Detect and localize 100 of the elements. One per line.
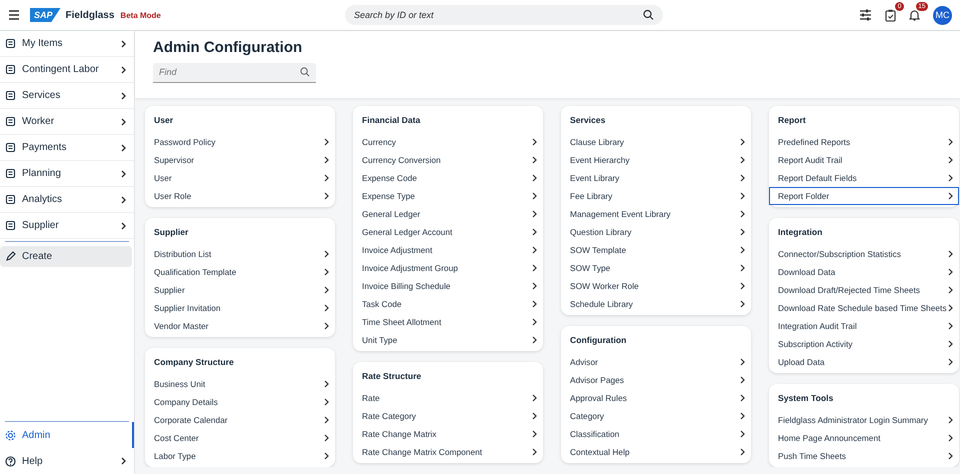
nav-item[interactable]: Supplier <box>0 213 134 239</box>
search-icon[interactable] <box>300 67 310 77</box>
nav-item[interactable]: My Items <box>0 31 134 57</box>
settings-link[interactable]: Invoice Adjustment Group <box>353 259 543 277</box>
settings-link[interactable]: User <box>145 169 335 187</box>
settings-link[interactable]: Home Page Announcement <box>769 429 959 447</box>
nav-item[interactable]: Analytics <box>0 187 134 213</box>
clipboard-icon[interactable] <box>885 8 896 22</box>
settings-link[interactable]: General Ledger <box>353 205 543 223</box>
chevron-right-icon <box>740 412 745 420</box>
nav-item[interactable]: Help <box>0 448 134 474</box>
settings-link[interactable]: Rate Change Matrix <box>353 425 543 443</box>
settings-link[interactable]: Unit Type <box>353 331 543 349</box>
chevron-right-icon <box>324 398 329 406</box>
settings-link[interactable]: Classification <box>561 425 751 443</box>
bell-icon[interactable] <box>909 9 920 21</box>
settings-link[interactable]: Supervisor <box>145 151 335 169</box>
nav-item[interactable]: Services <box>0 83 134 109</box>
settings-link[interactable]: SOW Template <box>561 241 751 259</box>
settings-link[interactable]: Category <box>561 407 751 425</box>
settings-link[interactable]: Task Code <box>353 295 543 313</box>
settings-link[interactable]: Predefined Reports <box>769 133 959 151</box>
settings-link[interactable]: Download Rate Schedule based Time Sheets <box>769 299 959 317</box>
settings-link[interactable]: General Ledger Account <box>353 223 543 241</box>
chevron-right-icon <box>324 156 329 164</box>
chevron-right-icon <box>740 192 745 200</box>
settings-link[interactable]: User Role <box>145 187 335 205</box>
settings-link[interactable]: Rate Change Matrix Component <box>353 443 543 461</box>
user-avatar[interactable]: MC <box>933 6 952 24</box>
settings-link[interactable]: Cost Center <box>145 429 335 447</box>
sliders-icon[interactable] <box>859 9 872 21</box>
chevron-right-icon <box>532 394 537 402</box>
card-title: User <box>153 114 174 127</box>
chevron-right-icon <box>121 170 126 178</box>
settings-link[interactable]: Currency <box>353 133 543 151</box>
settings-link[interactable]: Upload Data <box>769 353 959 371</box>
settings-link[interactable]: Currency Conversion <box>353 151 543 169</box>
settings-link[interactable]: Report Default Fields <box>769 169 959 187</box>
settings-link[interactable]: Fee Library <box>561 187 751 205</box>
settings-link[interactable]: Rate Category <box>353 407 543 425</box>
settings-link[interactable]: Advisor <box>561 353 751 371</box>
chevron-right-icon <box>740 174 745 182</box>
nav-item[interactable]: Admin <box>0 422 134 448</box>
settings-link[interactable]: Corporate Calendar <box>145 411 335 429</box>
nav-icon <box>5 220 16 231</box>
nav-item[interactable]: Payments <box>0 135 134 161</box>
settings-link[interactable]: Event Hierarchy <box>561 151 751 169</box>
settings-link[interactable]: SOW Worker Role <box>561 277 751 295</box>
settings-link[interactable]: SOW Type <box>561 259 751 277</box>
chevron-right-icon <box>121 40 126 48</box>
settings-link[interactable]: Integration Audit Trail <box>769 317 959 335</box>
chevron-right-icon <box>324 192 329 200</box>
find-field[interactable]: Find <box>153 62 316 82</box>
chevron-right-icon <box>121 92 126 100</box>
card-title: Rate Structure <box>361 370 422 383</box>
chevron-right-icon <box>324 380 329 388</box>
settings-link[interactable]: Password Policy <box>145 133 335 151</box>
settings-link[interactable]: Expense Code <box>353 169 543 187</box>
settings-link[interactable]: Management Event Library <box>561 205 751 223</box>
settings-link[interactable]: Download Data <box>769 263 959 281</box>
menu-icon[interactable] <box>8 10 20 20</box>
settings-link[interactable]: Push Time Sheets <box>769 447 959 465</box>
settings-link[interactable]: Time Sheet Allotment <box>353 313 543 331</box>
settings-link[interactable]: Contextual Help <box>561 443 751 461</box>
nav-item[interactable]: Planning <box>0 161 134 187</box>
settings-link[interactable]: Report Audit Trail <box>769 151 959 169</box>
settings-link[interactable]: Download Draft/Rejected Time Sheets <box>769 281 959 299</box>
chevron-right-icon <box>948 156 953 164</box>
settings-link[interactable]: Invoice Billing Schedule <box>353 277 543 295</box>
nav-item[interactable]: Create <box>0 246 132 267</box>
chevron-right-icon <box>740 246 745 254</box>
chevron-right-icon <box>948 434 953 442</box>
card-title: System Tools <box>777 392 834 405</box>
settings-link[interactable]: Report Folder <box>769 187 959 205</box>
settings-link[interactable]: Clause Library <box>561 133 751 151</box>
settings-link[interactable]: Fieldglass Administrator Login Summary <box>769 411 959 429</box>
settings-link[interactable]: Approval Rules <box>561 389 751 407</box>
settings-link[interactable]: Labor Type <box>145 447 335 465</box>
settings-link[interactable]: Supplier Invitation <box>145 299 335 317</box>
settings-link[interactable]: Business Unit <box>145 375 335 393</box>
settings-link[interactable]: Schedule Library <box>561 295 751 313</box>
search-field[interactable]: Search by ID or text <box>344 5 663 25</box>
nav-item[interactable]: Worker <box>0 109 134 135</box>
chevron-right-icon <box>324 452 329 460</box>
settings-link[interactable]: Advisor Pages <box>561 371 751 389</box>
settings-link[interactable]: Company Details <box>145 393 335 411</box>
settings-link[interactable]: Distribution List <box>145 245 335 263</box>
chevron-right-icon <box>740 376 745 384</box>
settings-link[interactable]: Subscription Activity <box>769 335 959 353</box>
settings-link[interactable]: Supplier <box>145 281 335 299</box>
settings-link[interactable]: Qualification Template <box>145 263 335 281</box>
settings-link[interactable]: Expense Type <box>353 187 543 205</box>
settings-link[interactable]: Vendor Master <box>145 317 335 335</box>
settings-link[interactable]: Connector/Subscription Statistics <box>769 245 959 263</box>
settings-link[interactable]: Invoice Adjustment <box>353 241 543 259</box>
settings-link[interactable]: Question Library <box>561 223 751 241</box>
nav-item[interactable]: Contingent Labor <box>0 57 134 83</box>
search-icon[interactable] <box>642 10 654 20</box>
settings-link[interactable]: Rate <box>353 389 543 407</box>
settings-link[interactable]: Event Library <box>561 169 751 187</box>
